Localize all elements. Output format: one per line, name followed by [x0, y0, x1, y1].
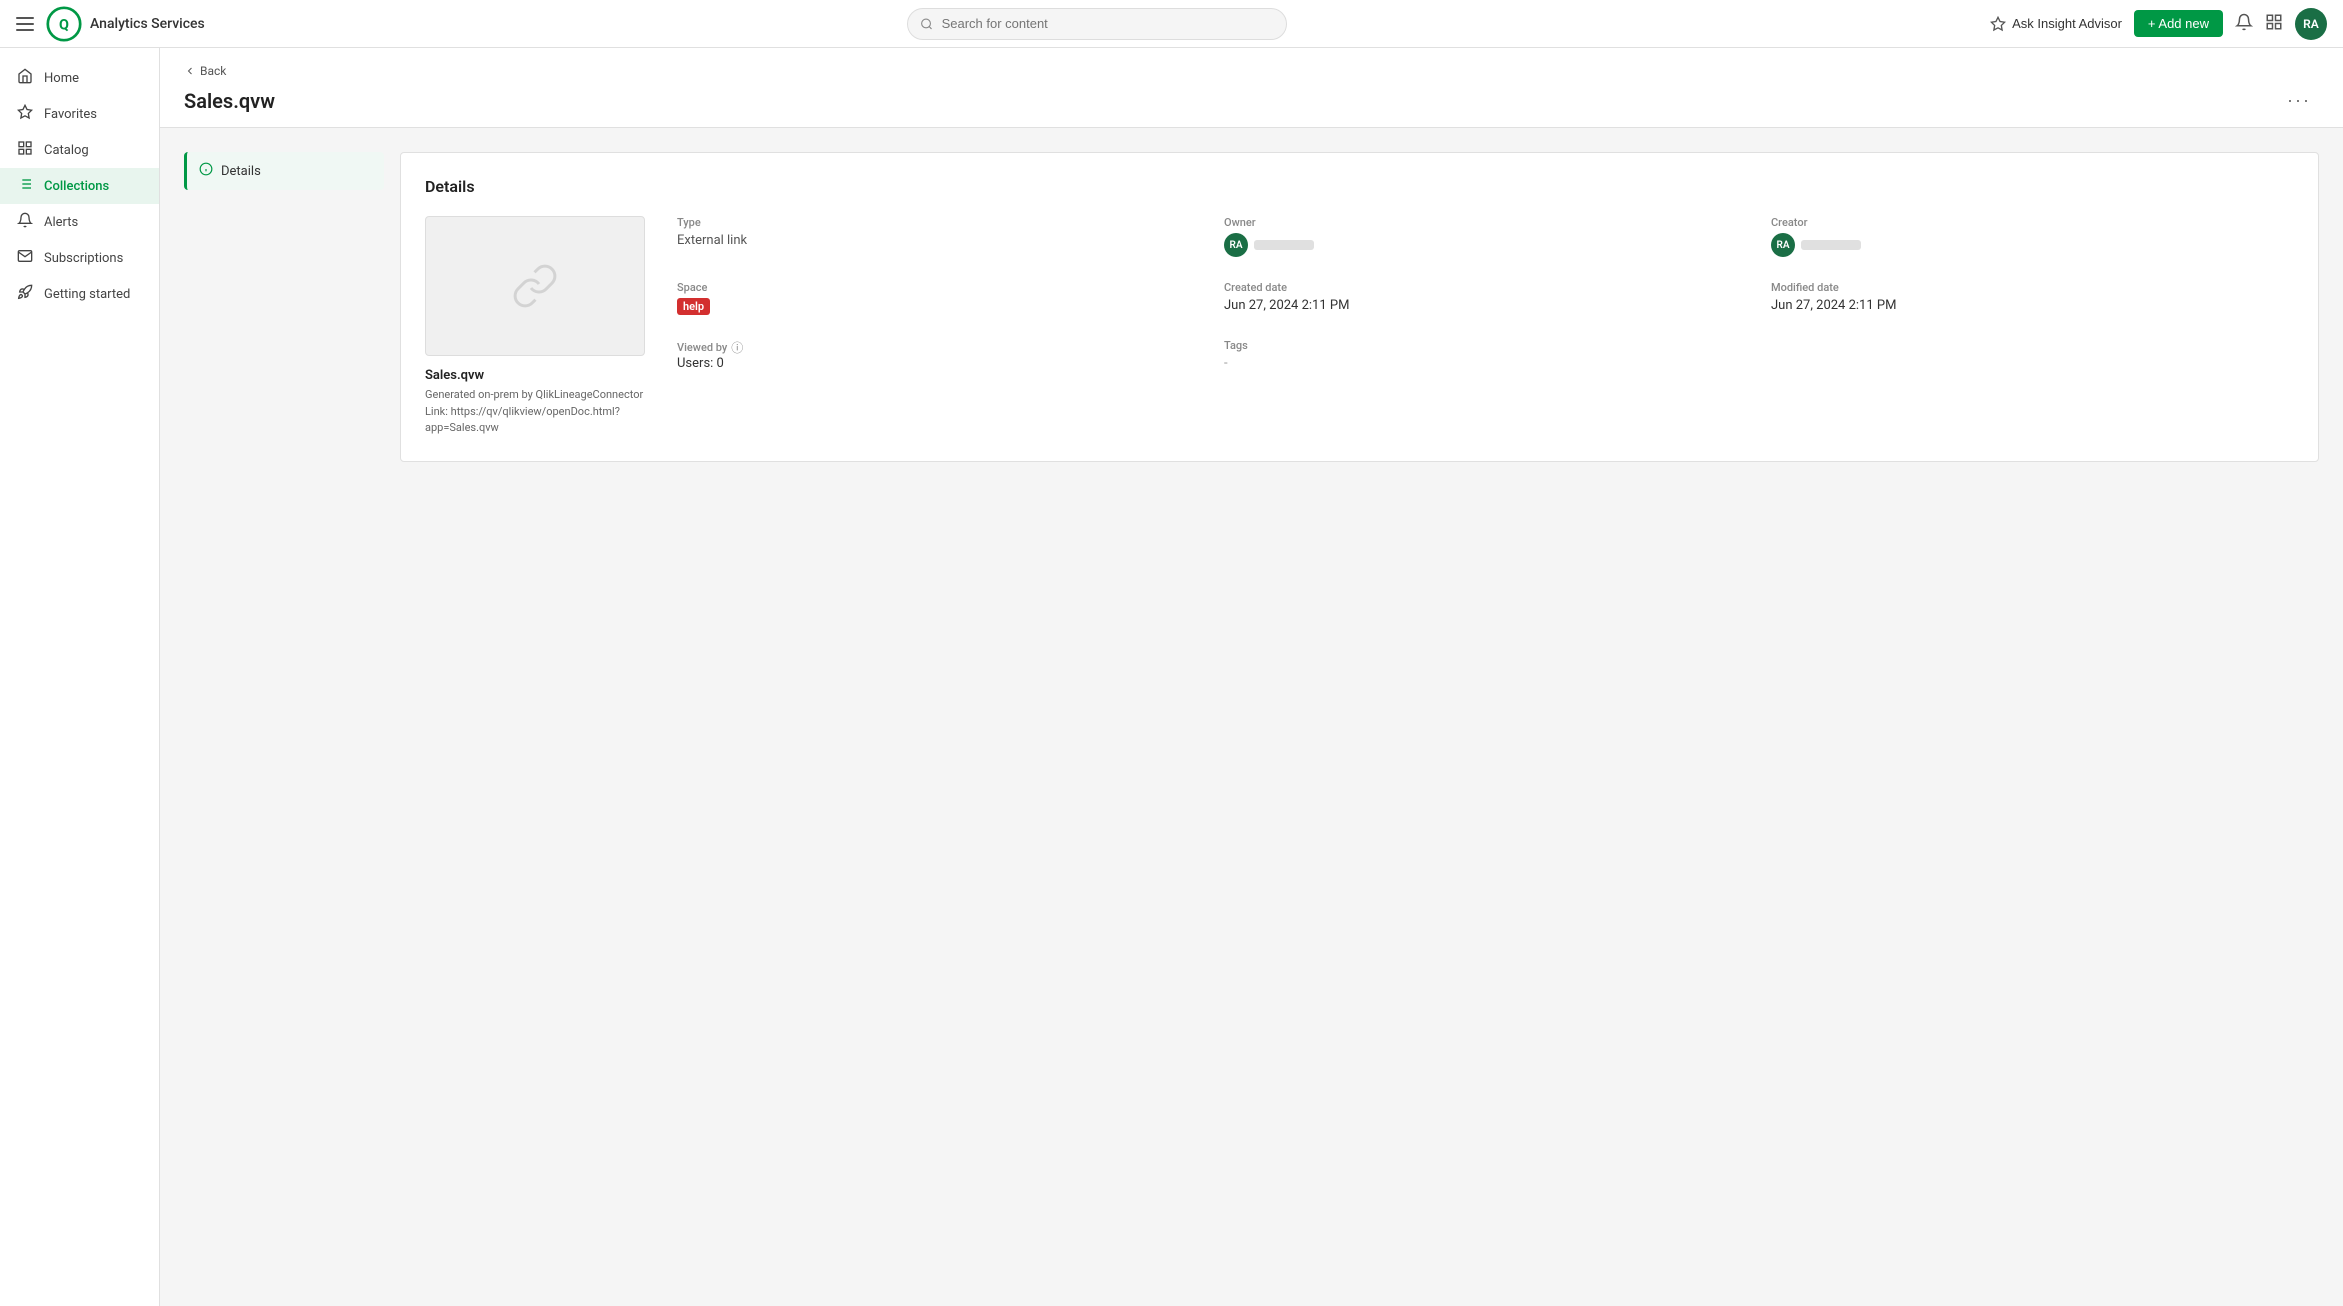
rocket-icon — [16, 284, 34, 304]
back-arrow-icon — [184, 65, 196, 77]
link-icon — [511, 262, 559, 310]
type-value: External link — [677, 233, 1200, 248]
search-input[interactable] — [942, 16, 1275, 31]
sidebar-item-getting-started-label: Getting started — [44, 287, 130, 302]
creator-row: RA — [1771, 233, 2294, 257]
details-panel: Details Sales.qvw Generated on-prem by Q… — [400, 152, 2319, 462]
hamburger-menu-icon[interactable] — [16, 14, 36, 34]
left-panel-details-label: Details — [221, 164, 261, 179]
meta-tags: Tags - — [1224, 339, 1747, 371]
users-count: Users: 0 — [677, 356, 1200, 371]
sidebar-item-alerts-label: Alerts — [44, 215, 78, 230]
preview-thumbnail — [425, 216, 645, 356]
sidebar-item-home[interactable]: Home — [0, 60, 159, 96]
viewed-by-label: Viewed by — [677, 341, 727, 354]
user-avatar[interactable]: RA — [2295, 8, 2327, 40]
nav-left: Q Analytics Services — [16, 6, 205, 42]
creator-avatar: RA — [1771, 233, 1795, 257]
main-content: Back Sales.qvw ··· De — [160, 48, 2343, 1306]
created-date-value: Jun 27, 2024 2:11 PM — [1224, 298, 1747, 313]
space-badge: help — [677, 298, 710, 315]
meta-space: Space help — [677, 281, 1200, 315]
file-name: Sales.qvw — [425, 368, 645, 383]
search-bar[interactable] — [907, 8, 1287, 40]
grid-icon[interactable] — [2265, 13, 2283, 35]
meta-modified-date: Modified date Jun 27, 2024 2:11 PM — [1771, 281, 2294, 315]
tags-value: - — [1224, 356, 1747, 371]
file-preview: Sales.qvw Generated on-prem by QlikLinea… — [425, 216, 645, 437]
meta-creator: Creator RA — [1771, 216, 2294, 257]
space-value: help — [677, 298, 1200, 315]
sidebar-item-collections[interactable]: Collections — [0, 168, 159, 204]
viewed-by-info-icon: ⓘ — [731, 339, 743, 356]
meta-type: Type External link — [677, 216, 1200, 257]
sidebar: Home Favorites Catalog — [0, 48, 160, 1306]
app-title: Analytics Services — [90, 16, 205, 32]
insight-advisor-button[interactable]: Ask Insight Advisor — [1990, 16, 2122, 32]
tags-label: Tags — [1224, 339, 1747, 352]
sidebar-item-home-label: Home — [44, 71, 79, 86]
sidebar-item-catalog[interactable]: Catalog — [0, 132, 159, 168]
created-date-label: Created date — [1224, 281, 1747, 294]
page-title: Sales.qvw — [184, 89, 275, 113]
more-options-button[interactable]: ··· — [2279, 86, 2319, 115]
logo-wrapper: Q Analytics Services — [46, 6, 205, 42]
details-section-title: Details — [425, 177, 2294, 196]
sidebar-item-alerts[interactable]: Alerts — [0, 204, 159, 240]
sidebar-item-collections-label: Collections — [44, 179, 109, 194]
owner-name-placeholder — [1254, 240, 1314, 250]
sidebar-item-favorites-label: Favorites — [44, 107, 97, 122]
viewed-by-label-row: Viewed by ⓘ — [677, 339, 1200, 356]
meta-created-date: Created date Jun 27, 2024 2:11 PM — [1224, 281, 1747, 315]
back-link[interactable]: Back — [184, 64, 2319, 78]
left-panel-item-details[interactable]: Details — [184, 152, 384, 190]
space-label: Space — [677, 281, 1200, 294]
catalog-icon — [16, 140, 34, 160]
sidebar-item-subscriptions-label: Subscriptions — [44, 251, 123, 266]
qlik-logo-icon: Q — [46, 6, 82, 42]
nav-right: Ask Insight Advisor + Add new RA — [1990, 8, 2327, 40]
owner-label: Owner — [1224, 216, 1747, 229]
details-body: Sales.qvw Generated on-prem by QlikLinea… — [425, 216, 2294, 437]
info-icon — [199, 162, 213, 180]
star-icon — [16, 104, 34, 124]
sidebar-item-getting-started[interactable]: Getting started — [0, 276, 159, 312]
sidebar-item-subscriptions[interactable]: Subscriptions — [0, 240, 159, 276]
creator-name-placeholder — [1801, 240, 1861, 250]
nav-center — [205, 8, 1990, 40]
bell-icon[interactable] — [2235, 13, 2253, 35]
content-area: Details Details Sales.qvw — [160, 128, 2343, 486]
meta-viewed-by: Viewed by ⓘ Users: 0 — [677, 339, 1200, 371]
sidebar-item-favorites[interactable]: Favorites — [0, 96, 159, 132]
page-title-row: Sales.qvw ··· — [184, 86, 2319, 115]
owner-avatar: RA — [1224, 233, 1248, 257]
left-panel: Details — [184, 152, 384, 462]
insight-advisor-icon — [1990, 16, 2006, 32]
page-header: Back Sales.qvw ··· — [160, 48, 2343, 128]
modified-date-label: Modified date — [1771, 281, 2294, 294]
main-layout: Home Favorites Catalog — [0, 48, 2343, 1306]
file-description: Generated on-prem by QlikLineageConnecto… — [425, 387, 645, 437]
owner-row: RA — [1224, 233, 1747, 257]
sidebar-item-catalog-label: Catalog — [44, 143, 89, 158]
type-label: Type — [677, 216, 1200, 229]
svg-text:Q: Q — [59, 16, 69, 33]
home-icon — [16, 68, 34, 88]
top-navigation: Q Analytics Services Ask Insight Advisor… — [0, 0, 2343, 48]
insight-advisor-label: Ask Insight Advisor — [2012, 16, 2122, 31]
creator-label: Creator — [1771, 216, 2294, 229]
subscriptions-icon — [16, 248, 34, 268]
metadata-grid: Type External link Owner RA — [677, 216, 2294, 437]
add-new-button[interactable]: + Add new — [2134, 10, 2223, 37]
alerts-icon — [16, 212, 34, 232]
search-icon — [920, 17, 933, 31]
collections-icon — [16, 176, 34, 196]
back-link-label: Back — [200, 64, 226, 78]
modified-date-value: Jun 27, 2024 2:11 PM — [1771, 298, 2294, 313]
meta-owner: Owner RA — [1224, 216, 1747, 257]
